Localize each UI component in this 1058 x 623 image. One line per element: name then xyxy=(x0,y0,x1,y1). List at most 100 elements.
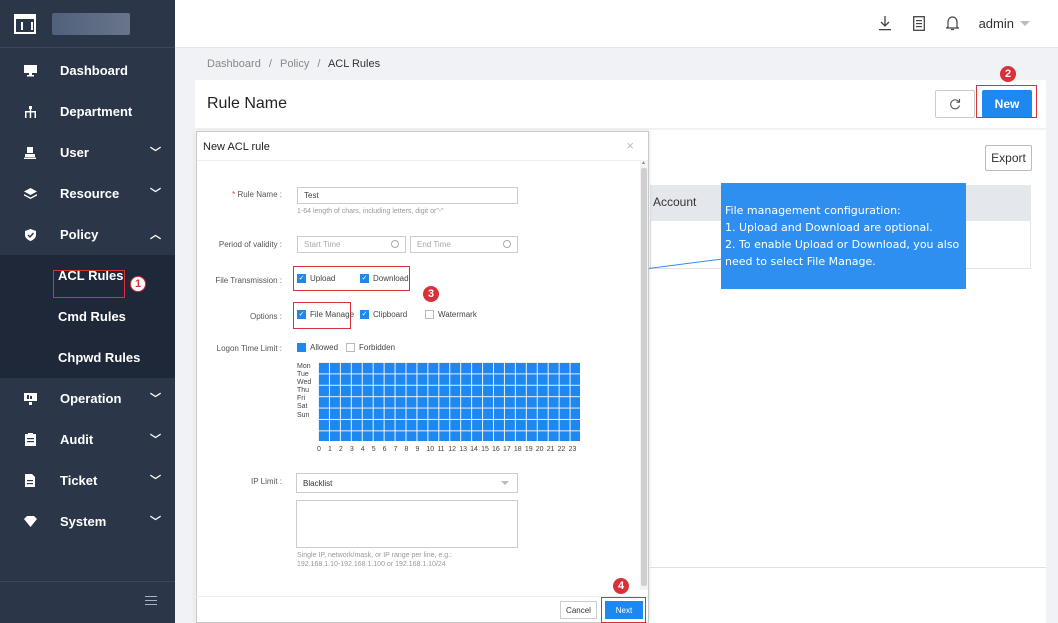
user-menu[interactable]: admin xyxy=(979,16,1030,31)
clock-icon xyxy=(503,240,511,248)
user-icon xyxy=(22,146,38,159)
ip-hint: Single IP, network/mask, or IP range per… xyxy=(297,551,452,569)
rule-name-input[interactable]: Test xyxy=(297,187,518,204)
dialog-footer-divider xyxy=(196,596,640,597)
close-icon[interactable]: × xyxy=(626,138,634,153)
sidebar-footer xyxy=(0,581,175,623)
file-manage-label: File Manage xyxy=(310,310,355,319)
caret-down-icon xyxy=(1020,20,1030,26)
top-header: admin xyxy=(175,0,1058,48)
cancel-button[interactable]: Cancel xyxy=(560,601,597,619)
sidebar-item-ticket[interactable]: Ticket ﹀ xyxy=(0,460,175,501)
forbidden-label: Forbidden xyxy=(359,343,396,352)
sidebar-item-label: Ticket xyxy=(60,473,98,488)
hour-label: 21 xyxy=(546,446,555,453)
sidebar-item-label: Department xyxy=(60,104,133,119)
callout-line: 2. To enable Upload or Download, you als… xyxy=(725,238,960,251)
dialog-title: New ACL rule xyxy=(203,141,270,153)
end-time-placeholder: End Time xyxy=(417,240,451,249)
chevron-down-icon: ﹀ xyxy=(150,393,161,405)
dialog-scrollbar[interactable]: ▲ xyxy=(640,160,648,590)
sidebar-subitem-label: Chpwd Rules xyxy=(58,350,141,365)
hour-label: 16 xyxy=(492,446,500,453)
ticket-icon xyxy=(22,474,38,487)
org-tree-icon xyxy=(22,105,38,118)
legend-swatch-allowed xyxy=(297,343,306,352)
highlight-acl-rules xyxy=(53,270,125,298)
hour-label: 17 xyxy=(502,446,511,453)
ip-list-textarea[interactable] xyxy=(296,500,518,548)
step-badge-2: 2 xyxy=(1000,66,1016,82)
hour-labels: 0 1 2 3 4 5 6 7 8 9 10 11 12 13 14 15 16 17 18 19 20 21 22 23 xyxy=(317,446,580,453)
callout-line: 1. Upload and Download are optional. xyxy=(725,221,933,234)
step-badge-3: 3 xyxy=(423,286,439,302)
file-manage-checkbox[interactable]: ✓ File Manage xyxy=(297,310,354,319)
weekday-labels: Mon Tue Wed Thu Fri Sat Sun xyxy=(297,363,311,420)
logo-name-redacted xyxy=(52,12,130,35)
start-time-input[interactable]: Start Time xyxy=(297,236,406,253)
step-badge-4: 4 xyxy=(613,578,629,594)
sidebar-item-audit[interactable]: Audit ﹀ xyxy=(0,419,175,460)
header-actions: admin xyxy=(877,14,1030,32)
sidebar-item-system[interactable]: System ﹀ xyxy=(0,501,175,542)
watermark-checkbox[interactable]: Watermark xyxy=(425,310,477,319)
ip-limit-select[interactable]: Blacklist xyxy=(296,473,518,493)
validity-label: Period of validity : xyxy=(218,240,282,249)
page-header: Rule Name New xyxy=(195,80,1046,128)
allowed-legend: Allowed xyxy=(297,343,338,352)
hour-label: 8 xyxy=(404,446,409,453)
hour-label: 14 xyxy=(470,446,478,453)
refresh-button[interactable] xyxy=(935,90,975,118)
clipboard-icon xyxy=(22,433,38,446)
clipboard-label: Clipboard xyxy=(373,310,408,319)
rule-name-hint: 1-64 length of chars, including letters,… xyxy=(297,208,444,215)
export-button[interactable]: Export xyxy=(985,145,1032,171)
operation-icon xyxy=(22,392,38,405)
ip-limit-label: IP Limit : xyxy=(251,477,282,486)
logon-time-grid[interactable] xyxy=(318,362,581,442)
bell-icon[interactable] xyxy=(945,14,961,32)
sidebar-item-user[interactable]: User ﹀ xyxy=(0,132,175,173)
download-icon[interactable] xyxy=(877,14,893,32)
document-icon[interactable] xyxy=(911,14,927,32)
sidebar-item-operation[interactable]: Operation ﹀ xyxy=(0,378,175,419)
day-label: Fri xyxy=(297,395,306,403)
end-time-input[interactable]: End Time xyxy=(410,236,518,253)
ip-limit-value: Blacklist xyxy=(303,479,333,488)
chevron-down-icon: ﹀ xyxy=(150,434,161,446)
sidebar-item-department[interactable]: Department xyxy=(0,91,175,132)
highlight-next-button xyxy=(601,597,646,623)
scroll-up-arrow[interactable]: ▲ xyxy=(641,160,646,166)
sidebar-item-label: Dashboard xyxy=(60,63,128,78)
upload-checkbox[interactable]: ✓ Upload xyxy=(297,274,335,283)
rule-name-label-text: Rule Name : xyxy=(237,190,282,199)
collapse-menu-icon[interactable] xyxy=(145,596,157,608)
day-label: Wed xyxy=(297,379,312,387)
breadcrumb-policy[interactable]: Policy xyxy=(280,58,309,70)
hour-label: 6 xyxy=(382,446,387,453)
breadcrumb-dashboard[interactable]: Dashboard xyxy=(207,58,261,70)
options-label: Options : xyxy=(249,312,282,321)
checkbox-unchecked xyxy=(425,310,434,319)
sidebar-subitem-chpwd-rules[interactable]: Chpwd Rules xyxy=(0,337,175,378)
ip-hint-line: Single IP, network/mask, or IP range per… xyxy=(297,552,452,559)
logo xyxy=(0,0,175,48)
sidebar-item-resource[interactable]: Resource ﹀ xyxy=(0,173,175,214)
clipboard-checkbox[interactable]: ✓ Clipboard xyxy=(360,310,407,319)
allowed-label: Allowed xyxy=(310,343,339,352)
upload-label: Upload xyxy=(310,274,336,283)
highlight-new-button xyxy=(976,85,1037,118)
hour-label: 23 xyxy=(568,446,577,453)
hour-label: 3 xyxy=(349,446,354,453)
sidebar-item-policy[interactable]: Policy ︿ xyxy=(0,214,175,255)
sidebar-item-dashboard[interactable]: Dashboard xyxy=(0,50,175,91)
sidebar-subitem-cmd-rules[interactable]: Cmd Rules xyxy=(0,296,175,337)
download-checkbox[interactable]: ✓ Download xyxy=(360,274,409,283)
hour-label: 19 xyxy=(524,446,533,453)
scroll-thumb[interactable] xyxy=(641,168,647,586)
page-title: Rule Name xyxy=(207,95,288,112)
layers-icon xyxy=(22,188,38,199)
monitor-icon xyxy=(22,64,38,77)
breadcrumb-current: ACL Rules xyxy=(327,58,381,70)
sidebar-item-label: System xyxy=(60,514,107,529)
